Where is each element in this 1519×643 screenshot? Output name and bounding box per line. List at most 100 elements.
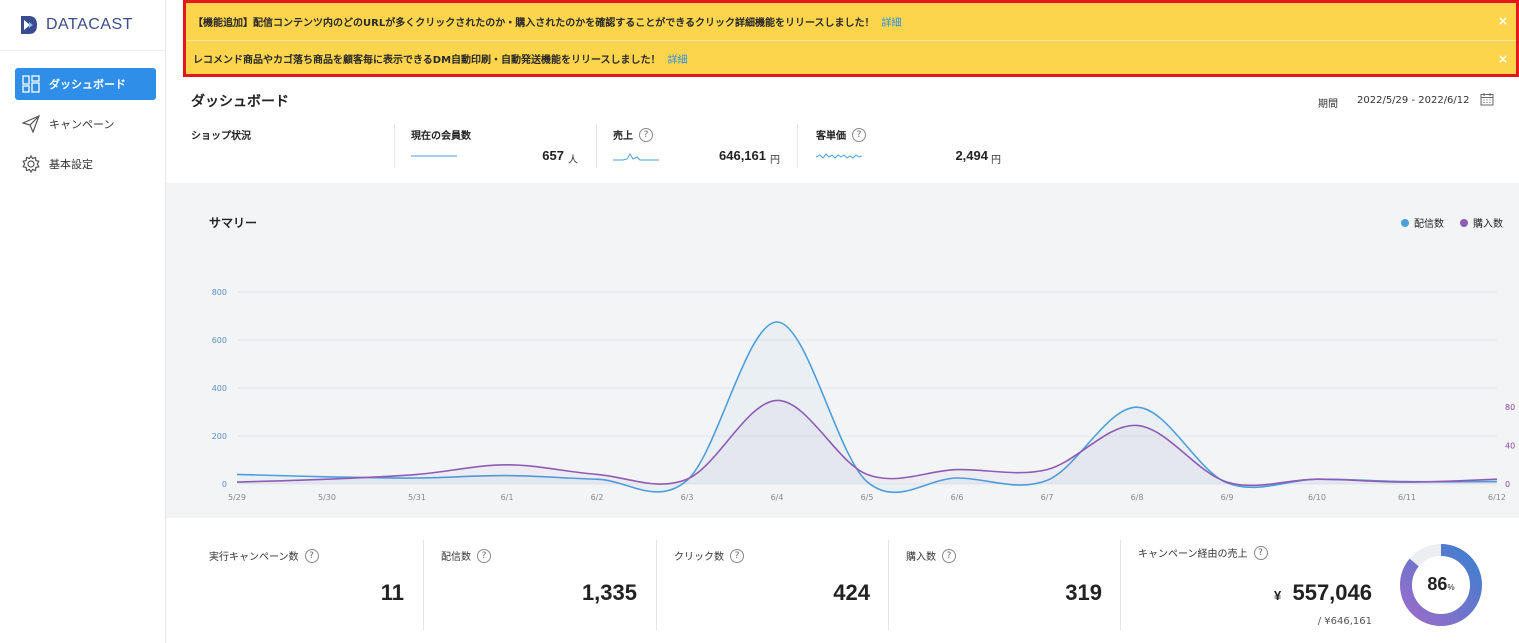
x-tick-label: 6/1 bbox=[501, 493, 514, 502]
series-area bbox=[237, 321, 1497, 493]
stat-deliveries-value: 1,335 bbox=[581, 580, 637, 605]
x-tick-label: 5/29 bbox=[228, 493, 246, 502]
page-title: ダッシュボード bbox=[191, 94, 289, 110]
stat-campaigns-label: 実行キャンペーン数 ? bbox=[209, 548, 319, 563]
x-tick-label: 6/8 bbox=[1131, 493, 1144, 502]
notice-text: レコメンド商品やカゴ落ち商品を顧客毎に表示できるDM自動印刷・自動発送機能をリリ… bbox=[193, 55, 661, 66]
send-icon bbox=[22, 115, 40, 133]
gear-icon bbox=[22, 155, 40, 173]
kpi-sales-label: 売上 ? bbox=[613, 127, 653, 142]
kpi-unit-price-unit: 円 bbox=[991, 155, 1001, 166]
x-tick-label: 6/10 bbox=[1308, 493, 1326, 502]
x-tick-label: 6/3 bbox=[681, 493, 694, 502]
x-tick-label: 6/6 bbox=[951, 493, 964, 502]
x-tick-label: 6/12 bbox=[1488, 493, 1506, 502]
stat-campaign-sales-label: キャンペーン経由の売上 ? bbox=[1138, 545, 1268, 560]
x-tick-label: 6/4 bbox=[771, 493, 784, 502]
help-icon[interactable]: ? bbox=[639, 127, 653, 142]
calendar-icon[interactable] bbox=[1480, 92, 1494, 106]
sales-sparkline bbox=[613, 153, 659, 161]
y-right-tick-label: 80 bbox=[1505, 403, 1515, 412]
close-icon[interactable]: × bbox=[1498, 14, 1508, 28]
help-icon[interactable]: ? bbox=[730, 548, 744, 563]
help-icon[interactable]: ? bbox=[942, 548, 956, 563]
series-line bbox=[236, 399, 1498, 487]
sidebar-item-label: 基本設定 bbox=[49, 158, 93, 171]
x-tick-label: 6/2 bbox=[591, 493, 604, 502]
dashboard-icon bbox=[22, 75, 40, 93]
series-line bbox=[236, 321, 1498, 494]
notice-text: 【機能追加】配信コンテンツ内のどのURLが多くクリックされたのか・購入されたのか… bbox=[193, 17, 875, 29]
stat-label-text: 配信数 bbox=[441, 552, 471, 563]
period-value[interactable]: 2022/5/29 - 2022/6/12 bbox=[1357, 95, 1470, 106]
stat-purchases-label: 購入数 ? bbox=[906, 548, 956, 563]
y-left-tick-label: 600 bbox=[212, 336, 227, 345]
stat-deliveries-label: 配信数 ? bbox=[441, 548, 491, 563]
sidebar-item-label: ダッシュボード bbox=[49, 78, 126, 91]
summary-panel: サマリー 配信数 購入数 0 200 400 600 800 0 40 80 5/29 5/30 5… bbox=[166, 183, 1519, 518]
y-right-tick-label: 0 bbox=[1505, 480, 1510, 489]
kpi-sales-unit: 円 bbox=[770, 155, 780, 166]
sales-currency: ¥ bbox=[1274, 588, 1282, 603]
sidebar-divider bbox=[0, 50, 165, 51]
sidebar-item-label: キャンペーン bbox=[49, 118, 115, 131]
y-left-tick-label: 800 bbox=[212, 288, 227, 297]
help-icon[interactable]: ? bbox=[477, 548, 491, 563]
x-tick-label: 6/7 bbox=[1041, 493, 1054, 502]
sidebar: DATACAST ダッシュボード キャンペーン 基本設定 bbox=[0, 0, 166, 643]
notification-banner: 【機能追加】配信コンテンツ内のどのURLが多くクリックされたのか・購入されたのか… bbox=[183, 0, 1519, 77]
help-icon[interactable]: ? bbox=[852, 127, 866, 142]
sidebar-item-settings[interactable]: 基本設定 bbox=[15, 148, 156, 180]
stat-label-text: キャンペーン経由の売上 bbox=[1138, 549, 1248, 560]
notice-item: 【機能追加】配信コンテンツ内のどのURLが多くクリックされたのか・購入されたのか… bbox=[186, 3, 1516, 39]
stat-label-text: 実行キャンペーン数 bbox=[209, 552, 299, 563]
summary-line-chart: 0 200 400 600 800 0 40 80 5/29 5/30 5/31 6/1 6/2 6/3 6… bbox=[212, 288, 1515, 502]
sales-ratio-donut: 86% bbox=[1400, 544, 1482, 626]
divider bbox=[394, 124, 395, 168]
x-tick-label: 6/11 bbox=[1398, 493, 1416, 502]
unit-price-sparkline bbox=[816, 153, 862, 159]
kpi-sales-value: 646,161 bbox=[719, 148, 766, 163]
brand-logo[interactable]: DATACAST bbox=[20, 12, 133, 38]
stat-campaigns-value: 11 bbox=[380, 580, 404, 605]
series-area bbox=[237, 400, 1497, 486]
stat-label-text: 購入数 bbox=[906, 552, 936, 563]
x-tick-label: 5/30 bbox=[318, 493, 336, 502]
stat-label-text: クリック数 bbox=[674, 552, 724, 563]
kpi-label-text: 客単価 bbox=[816, 131, 846, 142]
close-icon[interactable]: × bbox=[1498, 52, 1508, 66]
x-tick-label: 5/31 bbox=[408, 493, 426, 502]
x-tick-label: 6/5 bbox=[861, 493, 874, 502]
help-icon[interactable]: ? bbox=[304, 548, 319, 563]
x-tick-label: 6/9 bbox=[1221, 493, 1234, 502]
y-left-tick-label: 400 bbox=[212, 384, 227, 393]
divider bbox=[423, 540, 424, 630]
stat-campaign-sales-value: 557,046 bbox=[1292, 580, 1372, 605]
y-left-tick-label: 0 bbox=[222, 480, 227, 489]
kpi-members-label: 現在の会員数 bbox=[411, 127, 471, 142]
members-sparkline bbox=[411, 155, 457, 157]
notice-detail-link[interactable]: 詳細 bbox=[882, 14, 902, 29]
kpi-unit-price-label: 客単価 ? bbox=[816, 127, 866, 142]
sidebar-item-dashboard[interactable]: ダッシュボード bbox=[15, 68, 156, 100]
divider bbox=[656, 540, 657, 630]
notice-detail-link[interactable]: 詳細 bbox=[668, 51, 688, 66]
stat-clicks-label: クリック数 ? bbox=[674, 548, 744, 563]
divider bbox=[888, 540, 889, 630]
kpi-members-value: 657 bbox=[542, 148, 564, 163]
divider bbox=[1120, 540, 1121, 630]
stat-total-sales: / ¥646,161 bbox=[1317, 616, 1372, 627]
kpi-label-text: 現在の会員数 bbox=[411, 131, 471, 142]
logo-icon bbox=[21, 16, 37, 34]
svg-text:86%: 86% bbox=[1427, 574, 1454, 594]
donut-percent: 86 bbox=[1427, 574, 1447, 594]
divider bbox=[797, 124, 798, 168]
sidebar-item-campaign[interactable]: キャンペーン bbox=[15, 108, 156, 140]
help-icon[interactable]: ? bbox=[1253, 545, 1268, 560]
brand-name: DATACAST bbox=[46, 16, 133, 33]
donut-percent-unit: % bbox=[1447, 583, 1454, 592]
kpi-members-unit: 人 bbox=[568, 155, 578, 166]
period-label: 期間 bbox=[1318, 99, 1338, 110]
shop-status-label: ショップ状況 bbox=[191, 131, 251, 142]
notice-item: レコメンド商品やカゴ落ち商品を顧客毎に表示できるDM自動印刷・自動発送機能をリリ… bbox=[186, 40, 1516, 76]
